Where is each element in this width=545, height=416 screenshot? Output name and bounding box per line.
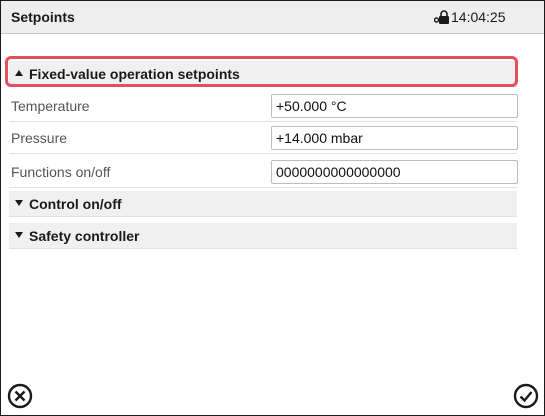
section-fixed-value-setpoints[interactable]: Fixed-value operation setpoints [9, 61, 517, 87]
lock-icon [434, 10, 449, 24]
field-label: Temperature [11, 98, 90, 114]
setpoints-screen: Setpoints 14:04:25 Fixed-value operation… [0, 0, 545, 416]
expand-arrow-icon [15, 200, 23, 206]
field-label: Pressure [11, 130, 68, 146]
section-label: Safety controller [29, 228, 140, 244]
cancel-circle-icon[interactable] [7, 383, 33, 409]
field-value: +14.000 mbar [276, 130, 363, 146]
temperature-input[interactable]: +50.000 °C [271, 94, 518, 118]
section-safety-controller[interactable]: Safety controller [9, 223, 517, 249]
setpoint-row-functions: Functions on/off 0000000000000000 [9, 156, 518, 188]
field-label: Functions on/off [11, 164, 111, 180]
section-label: Fixed-value operation setpoints [29, 66, 240, 82]
clock-time: 14:04:25 [451, 9, 506, 25]
pressure-input[interactable]: +14.000 mbar [271, 126, 518, 150]
collapse-arrow-icon [15, 70, 23, 76]
section-control-on-off[interactable]: Control on/off [9, 191, 517, 217]
setpoint-row-temperature: Temperature +50.000 °C [9, 90, 518, 122]
confirm-check-icon[interactable] [513, 383, 539, 409]
field-value: 0000000000000000 [276, 164, 401, 180]
field-value: +50.000 °C [276, 98, 347, 114]
header-bar: Setpoints 14:04:25 [1, 1, 544, 34]
section-label: Control on/off [29, 196, 122, 212]
functions-input[interactable]: 0000000000000000 [271, 160, 518, 184]
setpoint-row-pressure: Pressure +14.000 mbar [9, 122, 518, 154]
page-title: Setpoints [11, 9, 75, 25]
expand-arrow-icon [15, 232, 23, 238]
